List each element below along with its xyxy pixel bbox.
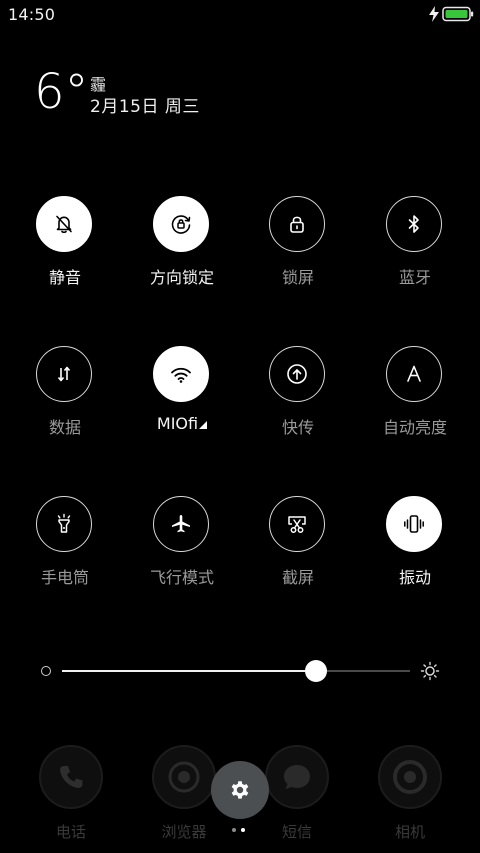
phone-icon xyxy=(60,766,83,788)
silent-bell-icon xyxy=(56,215,72,234)
vibrate-icon xyxy=(404,515,424,533)
mobile-data-icon xyxy=(57,366,71,382)
airplane-icon xyxy=(172,515,190,533)
wifi-ssid: MIOfi xyxy=(156,414,199,433)
toggle-wifi[interactable]: MIOfi xyxy=(132,346,232,446)
toggle-label: 锁屏 xyxy=(281,268,314,287)
slider-thumb[interactable] xyxy=(305,660,327,682)
app-label: 短信 xyxy=(281,823,312,841)
toggle-label: 静音 xyxy=(48,268,81,287)
settings-button[interactable] xyxy=(211,761,269,819)
temperature: 6° xyxy=(34,64,89,120)
camera-icon xyxy=(393,760,427,794)
toggle-lock-screen[interactable]: 锁屏 xyxy=(248,196,348,296)
wifi-icon xyxy=(171,367,191,383)
lock-icon xyxy=(290,216,304,233)
share-upload-icon xyxy=(287,364,307,384)
status-bar: 14:50 xyxy=(0,0,480,30)
page-indicator xyxy=(232,828,252,834)
bluetooth-icon xyxy=(408,215,419,233)
toggle-label: 自动亮度 xyxy=(382,418,447,437)
quick-settings-screen: 14:50 6° 霾 2月15日 周三 静音 方向锁定 锁屏 蓝牙 数据 MIO… xyxy=(0,0,480,853)
toggle-silent[interactable]: 静音 xyxy=(15,196,115,296)
slider-track[interactable] xyxy=(62,660,410,682)
toggle-label: 方向锁定 xyxy=(149,268,214,287)
app-label: 浏览器 xyxy=(161,823,207,841)
status-time: 14:50 xyxy=(8,5,56,24)
toggle-flashlight[interactable]: 手电筒 xyxy=(15,496,115,596)
toggle-label: 截屏 xyxy=(281,568,314,587)
toggle-bluetooth[interactable]: 蓝牙 xyxy=(365,196,465,296)
toggle-label: 手电筒 xyxy=(40,568,89,587)
message-icon xyxy=(284,765,310,789)
auto-brightness-icon xyxy=(407,365,421,382)
toggle-mobile-data[interactable]: 数据 xyxy=(15,346,115,446)
screenshot-scissors-icon xyxy=(288,516,306,533)
brightness-low-icon xyxy=(41,666,51,676)
battery-icon xyxy=(442,6,474,22)
toggle-rotation-lock[interactable]: 方向锁定 xyxy=(132,196,232,296)
toggle-airplane[interactable]: 飞行模式 xyxy=(132,496,232,596)
toggle-quick-share[interactable]: 快传 xyxy=(248,346,348,446)
toggle-label: 飞行模式 xyxy=(149,568,214,587)
page-dot xyxy=(241,828,245,832)
toggle-screenshot[interactable]: 截屏 xyxy=(248,496,348,596)
dock-app-phone[interactable]: 电话 xyxy=(26,745,116,845)
toggle-label: 快传 xyxy=(281,418,314,437)
app-label: 电话 xyxy=(55,823,86,841)
weather-date: 2月15日 周三 xyxy=(90,97,200,117)
brightness-slider[interactable] xyxy=(38,656,442,686)
browser-icon xyxy=(168,761,200,793)
toggle-label: 振动 xyxy=(398,568,431,587)
toggle-label: 数据 xyxy=(48,418,81,437)
slider-fill xyxy=(62,670,316,672)
dock-app-camera[interactable]: 相机 xyxy=(365,745,455,845)
gear-icon xyxy=(231,781,249,799)
signal-triangle-icon xyxy=(199,421,208,429)
app-label: 相机 xyxy=(394,823,425,841)
brightness-high-icon xyxy=(420,661,440,681)
toggle-vibrate[interactable]: 振动 xyxy=(365,496,465,596)
page-dot xyxy=(232,828,236,832)
toggle-label: 蓝牙 xyxy=(398,268,431,287)
toggle-auto-brightness[interactable]: 自动亮度 xyxy=(365,346,465,446)
charging-icon xyxy=(429,6,439,22)
flashlight-icon xyxy=(57,513,71,533)
toggle-label: MIOfi xyxy=(132,414,232,433)
rotation-lock-icon xyxy=(171,215,191,234)
